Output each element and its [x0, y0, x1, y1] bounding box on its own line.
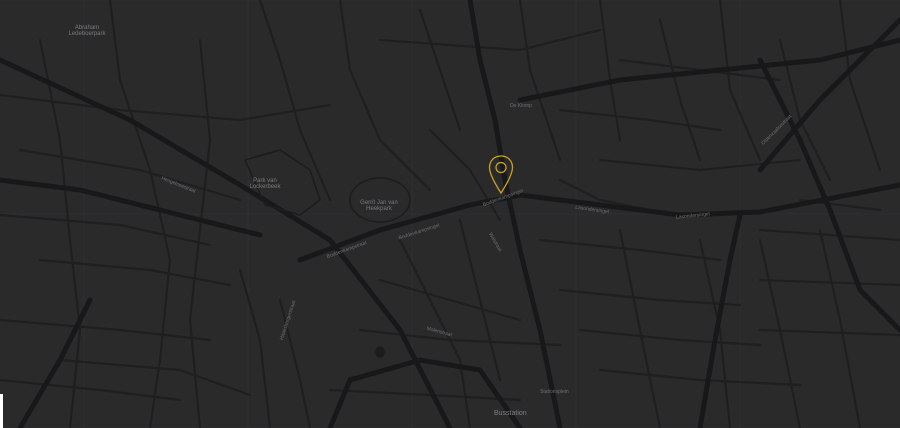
map-pin-icon[interactable]	[488, 155, 514, 195]
scrollbar-edge	[0, 394, 3, 428]
map-canvas[interactable]	[0, 0, 900, 428]
